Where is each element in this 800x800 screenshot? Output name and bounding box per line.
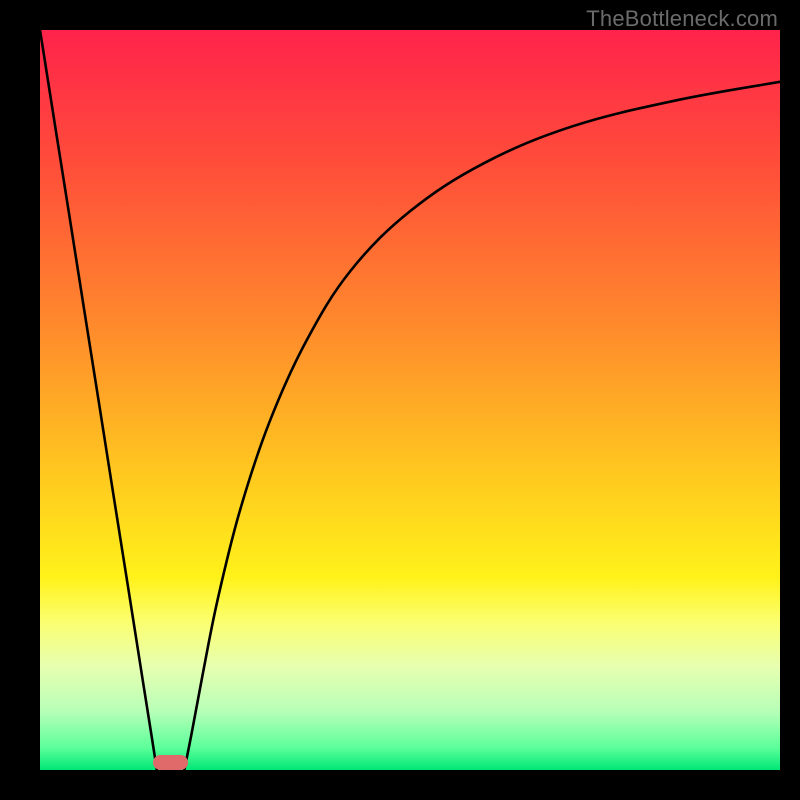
chart-frame: TheBottleneck.com	[0, 0, 800, 800]
series-left-branch	[40, 30, 157, 770]
series-right-branch	[184, 82, 780, 770]
optimum-marker	[153, 755, 188, 770]
watermark-text: TheBottleneck.com	[586, 6, 778, 32]
plot-area	[40, 30, 780, 770]
curve-layer	[40, 30, 780, 770]
